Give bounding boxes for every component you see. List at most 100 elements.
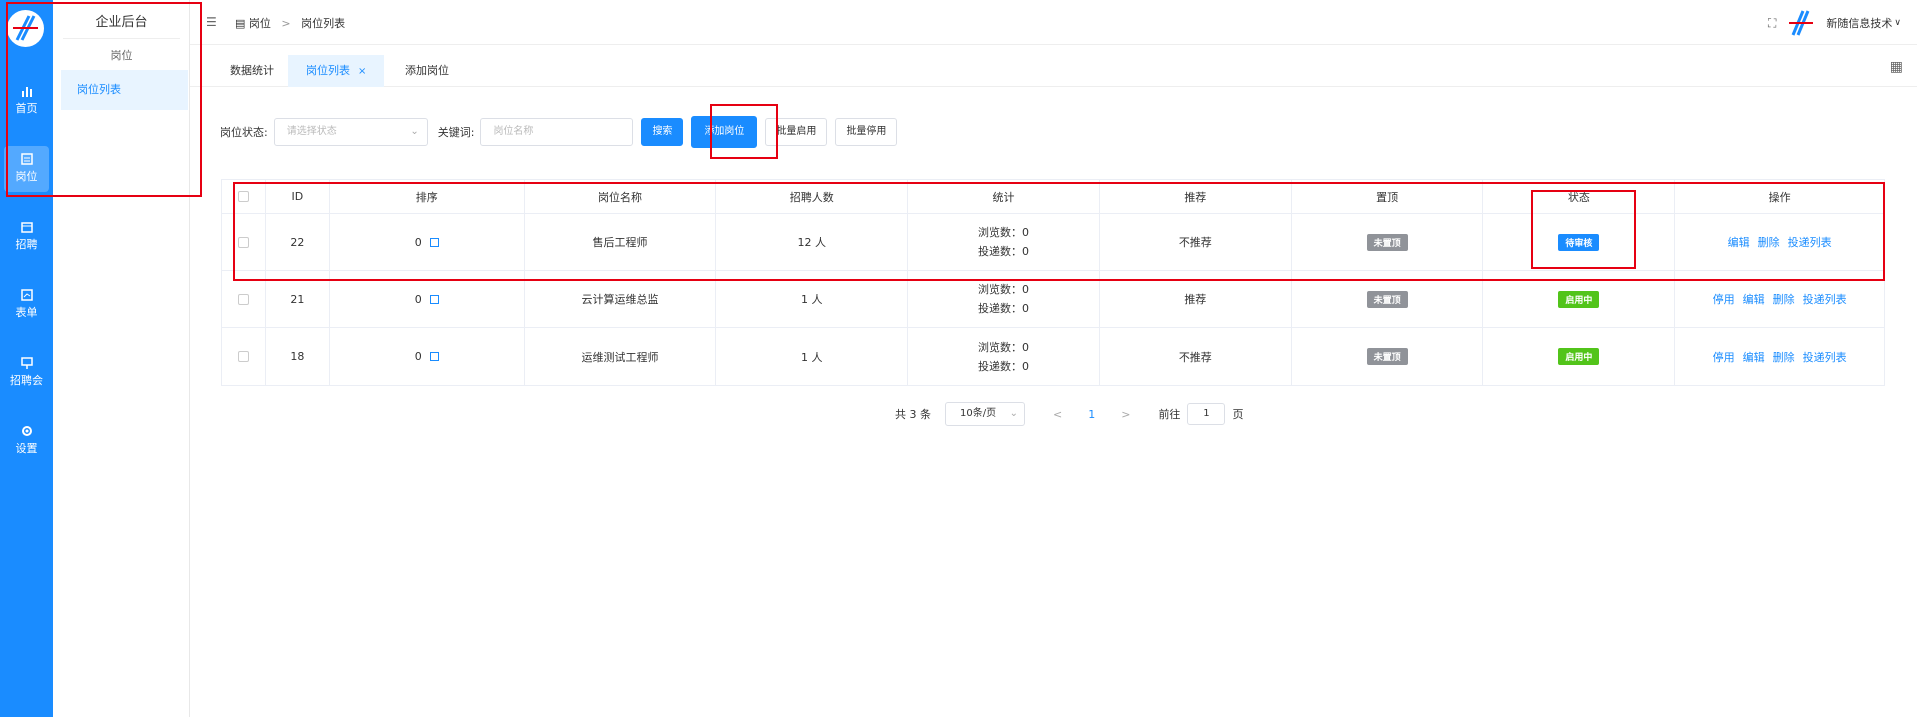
- next-page-icon[interactable]: >: [1121, 408, 1130, 421]
- job-table: ID 排序 岗位名称 招聘人数 统计 推荐 置顶 状态 操作 22 0 售后工程…: [221, 179, 1885, 386]
- batch-disable-button[interactable]: 批量停用: [835, 118, 898, 146]
- row-id: 18: [266, 328, 330, 385]
- disable-link[interactable]: 停用: [1713, 349, 1735, 365]
- page-size-select[interactable]: 10条/页 ⌄: [945, 402, 1025, 426]
- row-name: 售后工程师: [525, 214, 717, 270]
- disable-link[interactable]: 停用: [1713, 291, 1735, 307]
- icon-rail: 首页 岗位 招聘 表单 招聘会 设置: [0, 0, 53, 717]
- goto-label: 前往: [1158, 408, 1181, 421]
- top-badge: 未置顶: [1366, 348, 1408, 365]
- status-filter-label: 岗位状态:: [220, 126, 268, 139]
- secondary-sidebar: 企业后台 岗位 岗位列表: [53, 0, 190, 717]
- recruit-icon: [20, 222, 33, 233]
- edit-icon[interactable]: [429, 352, 439, 361]
- status-select[interactable]: 请选择状态 ⌄: [273, 118, 428, 146]
- page-number[interactable]: 1: [1088, 408, 1095, 421]
- rail-item-label: 招聘会: [10, 374, 43, 387]
- col-op: 操作: [1768, 190, 1791, 204]
- applications-link[interactable]: 投递列表: [1803, 349, 1847, 365]
- row-num: 12 人: [716, 214, 909, 270]
- form-icon: [20, 289, 33, 301]
- row-checkbox[interactable]: [237, 293, 249, 305]
- edit-link[interactable]: 编辑: [1743, 291, 1765, 307]
- keyword-label: 关键词:: [437, 126, 475, 139]
- row-name: 运维测试工程师: [525, 328, 717, 385]
- status-badge: 启用中: [1558, 348, 1600, 365]
- row-num: 1 人: [716, 271, 909, 327]
- chevron-down-icon: ⌄: [410, 126, 419, 137]
- delete-link[interactable]: 删除: [1773, 349, 1795, 365]
- row-applies: 投递数：0: [978, 302, 1030, 315]
- col-num: 招聘人数: [716, 180, 909, 213]
- col-stat: 统计: [908, 180, 1100, 213]
- row-id: 22: [266, 214, 330, 270]
- delete-link[interactable]: 删除: [1773, 291, 1795, 307]
- col-name: 岗位名称: [525, 180, 717, 213]
- pagination: 共 3 条 10条/页 ⌄ < 1 > 前往 1 页: [895, 402, 1243, 426]
- table-row: 18 0 运维测试工程师 1 人 浏览数：0 投递数：0 不推荐 未置顶 启用中 …: [222, 328, 1884, 385]
- company-name[interactable]: 新随信息技术: [1826, 15, 1892, 31]
- row-checkbox[interactable]: [237, 351, 249, 362]
- table-row: 22 0 售后工程师 12 人 浏览数：0 投递数：0 不推荐 未置顶 待审核 编…: [222, 214, 1884, 271]
- filter-bar: 岗位状态: 请选择状态 ⌄ 关键词: 岗位名称 搜索 添加岗位 批量启用 批量停…: [220, 116, 898, 148]
- chevron-down-icon[interactable]: ∨: [1894, 18, 1901, 28]
- job-fair-icon: [20, 357, 33, 369]
- search-button[interactable]: 搜索: [641, 118, 684, 146]
- add-job-button[interactable]: 添加岗位: [691, 116, 758, 148]
- col-top: 置顶: [1292, 180, 1484, 213]
- table-row: 21 0 云计算运维总监 1 人 浏览数：0 投递数：0 推荐 未置顶 启用中 停…: [222, 271, 1884, 328]
- chevron-down-icon: ⌄: [1009, 408, 1018, 419]
- applications-link[interactable]: 投递列表: [1788, 234, 1832, 250]
- edit-link[interactable]: 编辑: [1743, 349, 1765, 365]
- top-badge: 未置顶: [1366, 290, 1408, 308]
- tab-job-list[interactable]: 岗位列表 ×: [288, 55, 385, 87]
- table-header: ID 排序 岗位名称 招聘人数 统计 推荐 置顶 状态 操作: [222, 180, 1884, 214]
- rail-item-recruit[interactable]: 招聘: [4, 214, 49, 260]
- applications-link[interactable]: 投递列表: [1803, 291, 1847, 307]
- row-checkbox[interactable]: [237, 236, 249, 248]
- status-badge: 启用中: [1558, 290, 1600, 308]
- sidebar-item-job-list[interactable]: 岗位列表: [61, 70, 188, 110]
- row-sort: 0: [414, 350, 422, 363]
- logo: [7, 10, 44, 47]
- prev-page-icon[interactable]: <: [1053, 408, 1062, 421]
- row-sort: 0: [414, 292, 422, 306]
- keyword-input[interactable]: 岗位名称: [480, 118, 634, 146]
- row-rec: 推荐: [1100, 271, 1292, 327]
- row-name: 云计算运维总监: [525, 271, 717, 327]
- rail-item-form[interactable]: 表单: [4, 282, 49, 328]
- rail-item-home[interactable]: 首页: [4, 78, 49, 124]
- status-badge: 待审核: [1558, 233, 1600, 251]
- rail-item-job[interactable]: 岗位: [4, 146, 49, 192]
- select-all-checkbox[interactable]: [237, 191, 249, 202]
- rail-item-job-fair[interactable]: 招聘会: [4, 350, 49, 396]
- gear-icon: [21, 426, 32, 436]
- top-badge: 未置顶: [1366, 233, 1408, 251]
- fullscreen-icon[interactable]: ⛶: [1768, 16, 1776, 31]
- delete-link[interactable]: 删除: [1758, 234, 1780, 250]
- edit-icon[interactable]: [429, 237, 439, 247]
- edit-link[interactable]: 编辑: [1728, 234, 1750, 250]
- row-views: 浏览数：0: [978, 226, 1030, 239]
- tab-data-stats[interactable]: 数据统计: [212, 55, 292, 87]
- tab-label: 岗位列表: [306, 64, 350, 77]
- sidebar-title: 企业后台: [95, 15, 148, 30]
- tab-add-job[interactable]: 添加岗位: [387, 55, 467, 87]
- rail-item-label: 首页: [15, 102, 38, 115]
- col-sort: 排序: [330, 180, 525, 213]
- batch-enable-button[interactable]: 批量启用: [765, 118, 828, 146]
- rail-item-settings[interactable]: 设置: [4, 418, 49, 464]
- breadcrumb-root[interactable]: 岗位: [249, 17, 271, 30]
- doc-icon: ▤: [235, 17, 246, 30]
- rail-item-label: 岗位: [15, 170, 38, 183]
- close-icon[interactable]: ×: [358, 66, 366, 77]
- tab-bar: 数据统计 岗位列表 × 添加岗位 ▦: [190, 45, 1917, 87]
- col-rec: 推荐: [1100, 180, 1292, 213]
- rail-item-label: 招聘: [15, 238, 38, 251]
- menu-collapse-icon[interactable]: ☰: [206, 15, 217, 29]
- page-size-value: 10条/页: [960, 408, 997, 419]
- page-jump-input[interactable]: 1: [1187, 403, 1226, 425]
- top-bar: ☰ ▤ 岗位 > 岗位列表 ⛶ 新随信息技术 ∨: [190, 0, 1917, 45]
- edit-icon[interactable]: [429, 294, 439, 304]
- grid-menu-icon[interactable]: ▦: [1890, 59, 1903, 75]
